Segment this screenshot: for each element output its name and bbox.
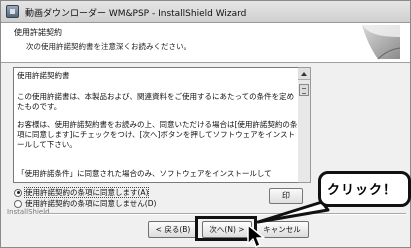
license-paragraph: この使用許諾書は、本製品および、関連資料をご使用するにあたっての条件を定めたもの…: [17, 92, 295, 111]
installer-icon: [6, 5, 19, 18]
page-subtitle: 次の使用許諾契約書を注意深くお読みください。: [26, 42, 191, 51]
accept-radio[interactable]: [14, 188, 22, 197]
license-paragraph: 「使用許諾条件」に同意された場合のみ、ソフトウェアをインストールして: [17, 169, 272, 178]
header-panel: 使用許諾契約 次の使用許諾契約書を注意深くお読みください。: [1, 23, 410, 63]
back-button[interactable]: < 戻る(B): [148, 221, 198, 238]
footer-divider: [41, 213, 406, 215]
accept-option[interactable]: 使用許諾契約の条項に同意します(A): [14, 187, 150, 198]
decline-radio[interactable]: [14, 199, 22, 208]
title-bar: 動画ダウンローダー WM&PSP - InstallShield Wizard: [1, 1, 410, 23]
installer-window: 動画ダウンローダー WM&PSP - InstallShield Wizard …: [0, 0, 411, 248]
page-title: 使用許諾契約: [14, 28, 62, 37]
license-text-area[interactable]: 使用許諾契約書 この使用許諾書は、本製品および、関連資料をご使用するにあたっての…: [13, 67, 311, 183]
scroll-thumb[interactable]: [299, 84, 309, 96]
decline-label[interactable]: 使用許諾契約の条項に同意しません(D): [25, 199, 156, 208]
callout-text: クリック！: [327, 183, 398, 198]
window-title: 動画ダウンローダー WM&PSP - InstallShield Wizard: [25, 9, 247, 19]
scroll-up-icon[interactable]: [298, 68, 310, 80]
license-heading: 使用許諾契約書: [17, 71, 70, 80]
click-callout: クリック！: [318, 171, 411, 207]
mouse-pointer-icon: [247, 224, 265, 248]
license-scrollbar[interactable]: [298, 67, 311, 183]
accept-label[interactable]: 使用許諾契約の条項に同意します(A): [23, 187, 150, 198]
license-paragraph: お客様は、使用許諾契約書をお読みの上、同意いただける場合は[使用許諾契約の条項に…: [17, 120, 298, 149]
folded-page-graphic: [362, 25, 401, 60]
